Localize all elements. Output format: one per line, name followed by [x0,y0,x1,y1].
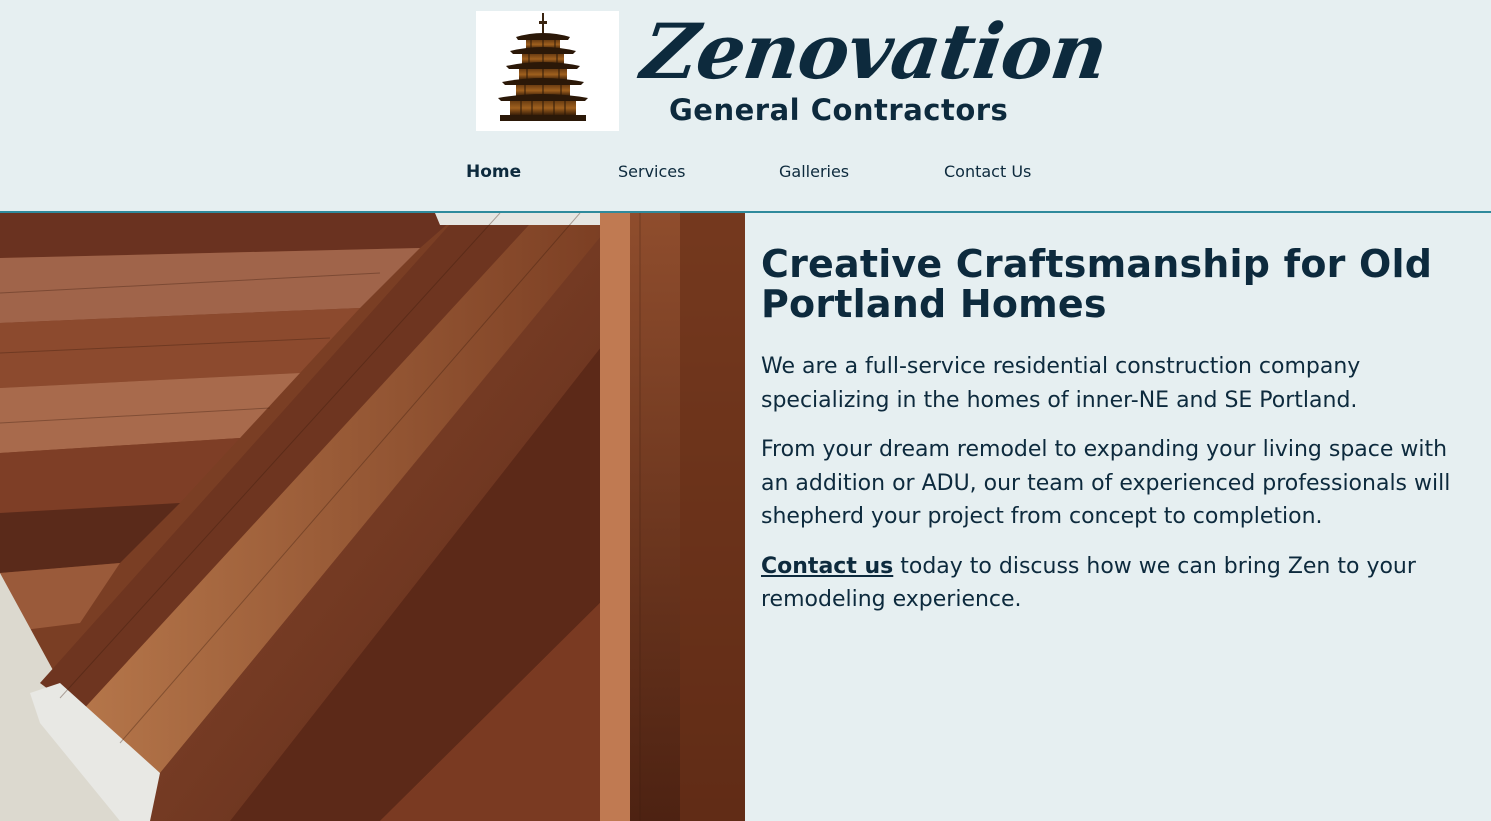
site-header: Zenovation General Contractors Home Serv… [0,0,1491,212]
contact-us-link[interactable]: Contact us [761,554,893,579]
main-content: Creative Craftsmanship for Old Portland … [761,244,1451,617]
brand-name[interactable]: Zenovation [636,4,1113,100]
wooden-staircase-photo [0,213,745,821]
nav-item-galleries[interactable]: Galleries [779,160,849,184]
brand-subtitle: General Contractors [669,93,1009,127]
nav-item-contact-us[interactable]: Contact Us [944,160,1031,184]
services-paragraph: From your dream remodel to expanding you… [761,437,1451,529]
intro-paragraph: We are a full-service residential constr… [761,354,1361,413]
contact-paragraph: Contact us today to discuss how we can b… [761,550,1451,617]
page-title: Creative Craftsmanship for Old Portland … [761,242,1433,326]
nav-item-services[interactable]: Services [618,160,685,184]
nav-item-home[interactable]: Home [466,160,521,184]
pagoda-icon[interactable] [476,11,619,131]
main-nav: Home Services Galleries Contact Us [0,160,1491,184]
